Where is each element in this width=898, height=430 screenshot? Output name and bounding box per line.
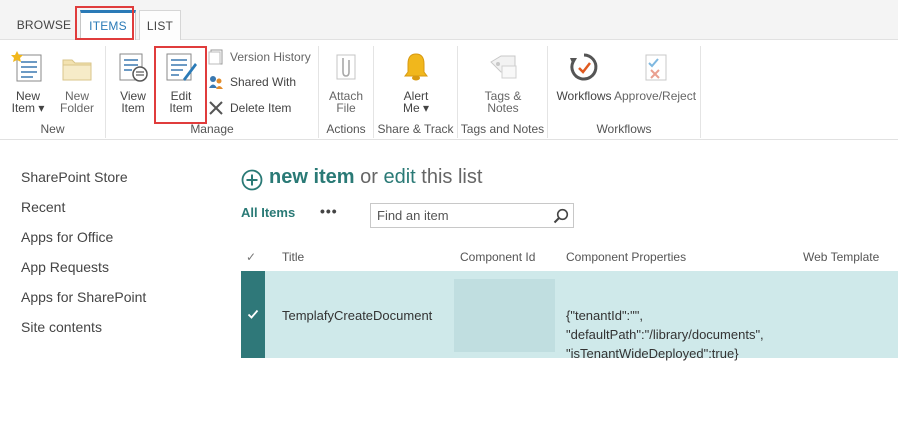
new-item-icon <box>11 51 42 82</box>
alert-me-button[interactable]: Alert Me ▾ <box>394 44 438 114</box>
view-all-items[interactable]: All Items <box>241 205 295 220</box>
cell-component-properties: {"tenantId":"", "defaultPath":"/library/… <box>566 306 764 363</box>
checkmark-icon <box>247 309 259 319</box>
group-title-manage: Manage <box>190 122 234 136</box>
view-item-icon <box>119 53 148 82</box>
ribbon-group-manage: View Item Edit Item Version History Shar… <box>106 44 318 140</box>
search-icon[interactable] <box>553 208 569 224</box>
attach-file-label: Attach File <box>328 89 364 115</box>
folder-icon <box>62 59 92 81</box>
new-folder-label: New Folder <box>59 89 94 115</box>
column-header-component-properties[interactable]: Component Properties <box>566 250 686 264</box>
shared-with-icon <box>209 76 223 89</box>
select-all-checkbox[interactable]: ✓ <box>246 250 256 264</box>
approve-reject-label: Approve/Reject <box>614 89 697 103</box>
add-circle-icon[interactable] <box>241 169 263 191</box>
alert-me-label: Alert Me ▾ <box>402 89 430 115</box>
group-title-workflows: Workflows <box>596 122 652 136</box>
version-history-label: Version History <box>230 50 311 64</box>
list-grid: ✓ Title Component Id Component Propertie… <box>241 243 898 361</box>
search-input[interactable] <box>371 204 549 227</box>
delete-item-button[interactable]: Delete Item <box>208 97 318 119</box>
tags-notes-button[interactable]: Tags & Notes <box>480 44 526 114</box>
workflows-button[interactable]: Workflows <box>552 44 616 102</box>
tab-browse[interactable]: BROWSE <box>10 10 78 40</box>
edit-item-button[interactable]: Edit Item <box>160 44 202 114</box>
paperclip-icon <box>336 54 356 80</box>
ribbon-group-tags-notes: Tags & Notes Tags and Notes <box>458 44 547 140</box>
new-folder-button[interactable]: New Folder <box>55 44 99 114</box>
shared-with-label: Shared With <box>230 75 297 89</box>
delete-item-label: Delete Item <box>230 101 292 115</box>
nav-item-apps-for-sharepoint[interactable]: Apps for SharePoint <box>21 287 221 317</box>
view-selector-row: All Items ••• <box>241 203 581 228</box>
column-header-web-template[interactable]: Web Template <box>803 250 879 264</box>
approve-reject-button[interactable]: Approve/Reject <box>614 44 696 102</box>
new-item-button[interactable]: New Item ▾ <box>6 44 50 114</box>
table-row[interactable]: TemplafyCreateDocument {"tenantId":"", "… <box>241 271 898 361</box>
view-item-label: View Item <box>120 89 146 115</box>
ribbon-divider <box>700 46 701 138</box>
ribbon-group-workflows: Workflows Approve/Reject Workflows <box>548 44 700 140</box>
nav-item-site-contents[interactable]: Site contents <box>21 317 221 347</box>
nav-item-app-requests[interactable]: App Requests <box>21 257 221 287</box>
approve-reject-icon <box>645 54 667 81</box>
ribbon-tab-bar: BROWSE ITEMS LIST <box>0 0 898 41</box>
shared-with-button[interactable]: Shared With <box>208 71 318 93</box>
tab-items[interactable]: ITEMS <box>80 10 136 41</box>
ribbon-group-share-track: Alert Me ▾ Share & Track <box>374 44 457 140</box>
edit-item-icon <box>166 53 197 81</box>
edit-item-label: Edit Item <box>169 89 193 115</box>
version-history-button[interactable]: Version History <box>208 46 318 68</box>
this-list-text: this list <box>415 166 483 188</box>
group-title-new: New <box>40 122 65 136</box>
bell-icon <box>404 53 428 81</box>
nav-item-sharepoint-store[interactable]: SharePoint Store <box>21 167 221 197</box>
view-item-button[interactable]: View Item <box>112 44 154 114</box>
nav-item-apps-for-office[interactable]: Apps for Office <box>21 227 221 257</box>
props-line: "isTenantWideDeployed":true} <box>566 346 739 361</box>
column-header-title[interactable]: Title <box>282 250 304 264</box>
delete-icon <box>209 101 223 115</box>
props-line: {"tenantId":"", <box>566 308 644 323</box>
or-text: or <box>354 166 384 188</box>
new-item-label: New Item ▾ <box>11 89 45 115</box>
edit-list-link[interactable]: edit <box>383 166 415 188</box>
ribbon: New Item ▾ New Folder New View Item Edit… <box>0 40 898 140</box>
column-header-component-id[interactable]: Component Id <box>460 250 535 264</box>
attach-file-button[interactable]: Attach File <box>325 44 367 114</box>
ribbon-group-actions: Attach File Actions <box>319 44 373 140</box>
group-title-tags-notes: Tags and Notes <box>460 122 545 136</box>
workflows-label: Workflows <box>556 89 612 103</box>
left-navigation: SharePoint Store Recent Apps for Office … <box>21 167 221 347</box>
tag-icon <box>490 55 517 79</box>
grid-header: ✓ Title Component Id Component Propertie… <box>241 243 898 271</box>
more-views-button[interactable]: ••• <box>320 203 338 219</box>
cell-component-id-redacted <box>454 279 555 352</box>
ribbon-group-new: New Item ▾ New Folder New <box>0 44 105 140</box>
group-title-share-track: Share & Track <box>377 122 454 136</box>
group-title-actions: Actions <box>326 122 366 136</box>
tags-notes-label: Tags & Notes <box>484 89 522 115</box>
props-line: "defaultPath":"/library/documents", <box>566 327 764 342</box>
workflows-icon <box>570 53 598 81</box>
row-select-checkbox[interactable] <box>241 271 265 358</box>
new-item-link[interactable]: new item <box>269 166 355 188</box>
nav-item-recent[interactable]: Recent <box>21 197 221 227</box>
tab-list[interactable]: LIST <box>139 10 181 40</box>
version-history-icon <box>208 49 223 65</box>
search-box <box>370 203 574 228</box>
cell-title[interactable]: TemplafyCreateDocument <box>282 306 432 325</box>
